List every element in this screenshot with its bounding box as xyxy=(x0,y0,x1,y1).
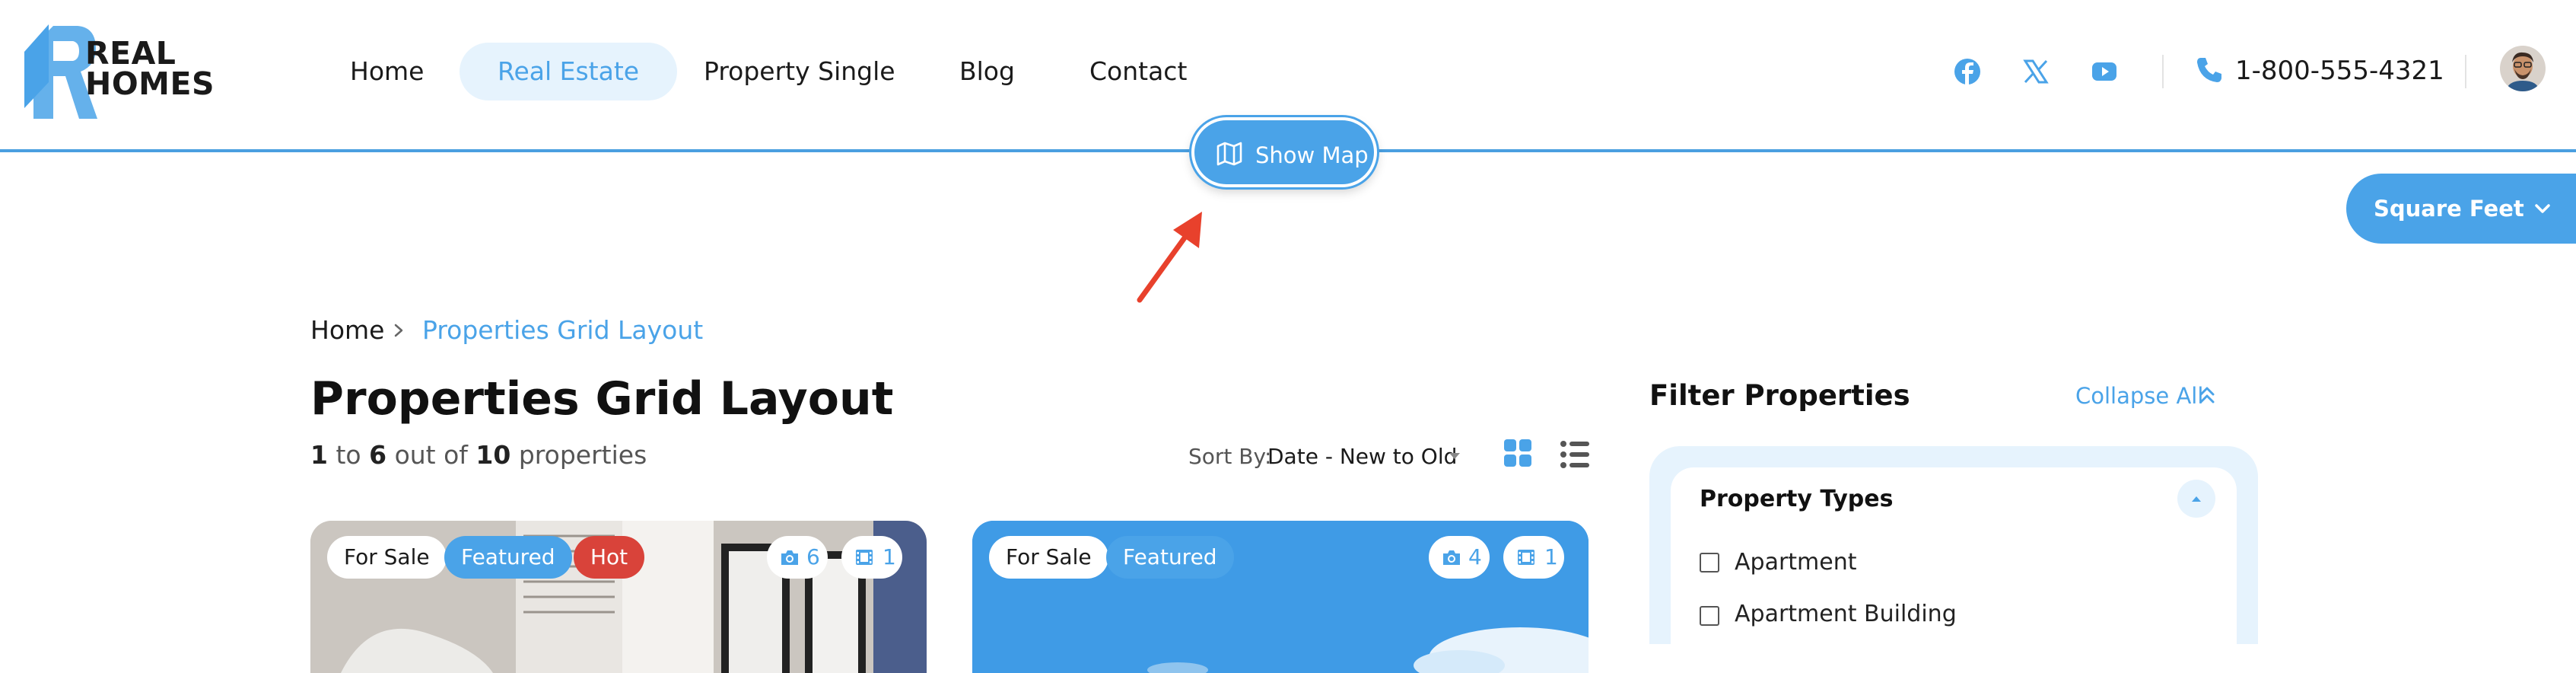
photo-count[interactable]: 6 xyxy=(767,536,828,579)
tag-hot[interactable]: Hot xyxy=(574,536,645,579)
logo-text[interactable]: REAL HOMES xyxy=(85,35,215,102)
nav-item-property-single[interactable]: Property Single xyxy=(666,43,933,100)
count-suffix: properties xyxy=(518,440,647,470)
results-count: 1 to 6 out of 10 properties xyxy=(310,439,647,472)
count-to-word: to xyxy=(336,440,361,470)
count-of-word: out of xyxy=(394,440,468,470)
map-icon xyxy=(1216,142,1242,166)
film-icon xyxy=(856,550,873,565)
property-card[interactable]: For Sale Featured Hot 6 1 xyxy=(310,521,927,673)
collapse-all-button[interactable]: Collapse All xyxy=(2075,381,2203,411)
property-card[interactable]: For Sale Featured 4 1 xyxy=(972,521,1589,673)
breadcrumb-current: Properties Grid Layout xyxy=(422,315,704,345)
double-chevron-up-icon[interactable] xyxy=(2196,384,2218,407)
area-unit-dropdown[interactable]: Square Feet xyxy=(2346,174,2576,244)
caret-up-icon xyxy=(2192,496,2201,502)
tag-for-sale[interactable]: For Sale xyxy=(327,536,447,579)
area-unit-label: Square Feet xyxy=(2374,196,2524,222)
caret-down-icon[interactable] xyxy=(1447,451,1462,461)
count-total: 10 xyxy=(475,440,511,470)
logo-line1: REAL xyxy=(85,35,177,72)
tag-featured[interactable]: Featured xyxy=(1106,536,1234,579)
header-divider xyxy=(2465,55,2466,88)
option-label[interactable]: Apartment Building xyxy=(1735,599,1957,630)
checkbox-apartment[interactable] xyxy=(1700,553,1719,573)
youtube-icon[interactable] xyxy=(2088,55,2121,88)
show-map-label: Show Map xyxy=(1255,142,1369,168)
video-count[interactable]: 1 xyxy=(841,536,902,579)
nav-item-blog[interactable]: Blog xyxy=(921,43,1053,100)
breadcrumb-home[interactable]: Home xyxy=(310,314,384,347)
video-count-value: 1 xyxy=(883,544,896,569)
nav-item-contact[interactable]: Contact xyxy=(1051,43,1225,100)
logo-line2: HOMES xyxy=(85,65,215,102)
video-count-value: 1 xyxy=(1544,544,1558,569)
photo-count-value: 6 xyxy=(806,544,820,569)
count-to: 6 xyxy=(369,440,387,470)
annotation-arrow-icon xyxy=(1137,212,1202,303)
chevron-right-icon xyxy=(394,324,403,337)
filter-title: Filter Properties xyxy=(1649,379,1910,412)
page-title: Properties Grid Layout xyxy=(310,372,894,426)
video-count[interactable]: 1 xyxy=(1503,536,1564,579)
sort-label: Sort By: xyxy=(1188,444,1272,469)
option-label[interactable]: Apartment xyxy=(1735,547,1857,578)
nav-item-home[interactable]: Home xyxy=(312,43,462,100)
nav-item-real-estate[interactable]: Real Estate xyxy=(460,43,678,100)
camera-icon xyxy=(1443,550,1460,565)
checkbox-apartment-building[interactable] xyxy=(1700,606,1719,626)
x-twitter-icon[interactable] xyxy=(2019,55,2053,88)
camera-icon xyxy=(781,550,798,565)
tag-for-sale[interactable]: For Sale xyxy=(989,536,1108,579)
count-from: 1 xyxy=(310,440,328,470)
photo-count[interactable]: 4 xyxy=(1429,536,1490,579)
show-map-button[interactable]: Show Map xyxy=(1191,117,1377,187)
list-view-icon[interactable] xyxy=(1560,440,1590,469)
user-avatar[interactable] xyxy=(2500,46,2546,91)
chevron-down-icon xyxy=(2535,204,2550,213)
property-types-title: Property Types xyxy=(1700,486,1894,512)
tag-featured[interactable]: Featured xyxy=(444,536,572,579)
phone-icon[interactable] xyxy=(2194,55,2225,85)
section-toggle-button[interactable] xyxy=(2177,480,2215,518)
photo-count-value: 4 xyxy=(1468,544,1482,569)
grid-view-icon[interactable] xyxy=(1503,439,1532,467)
sort-select[interactable]: Date - New to Old xyxy=(1267,442,1457,472)
header-divider xyxy=(2162,55,2164,88)
film-icon xyxy=(1518,550,1534,565)
phone-number[interactable]: 1-800-555-4321 xyxy=(2235,53,2444,88)
facebook-icon[interactable] xyxy=(1951,55,1984,88)
